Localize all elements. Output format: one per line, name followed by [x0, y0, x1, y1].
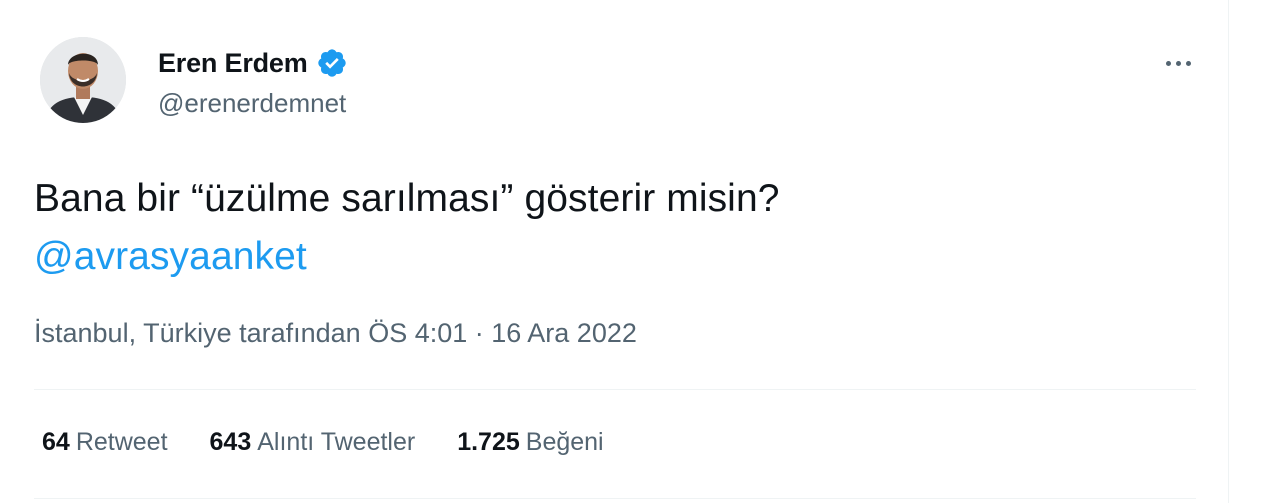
verified-badge-icon: [316, 47, 348, 79]
user-handle[interactable]: @erenerdemnet: [158, 88, 348, 119]
quotes-stat[interactable]: 643 Alıntı Tweetler: [210, 428, 416, 457]
avatar[interactable]: [40, 37, 126, 123]
tweet-stats: 64 Retweet 643 Alıntı Tweetler 1.725 Beğeni: [42, 428, 604, 457]
like-label: Beğeni: [525, 428, 604, 456]
name-row: Eren Erdem: [158, 44, 348, 82]
divider: [34, 498, 1196, 499]
retweet-label: Retweet: [75, 428, 168, 456]
display-name[interactable]: Eren Erdem: [158, 48, 308, 79]
quote-label: Alıntı Tweetler: [257, 428, 416, 456]
like-count: 1.725: [457, 428, 520, 456]
retweets-stat[interactable]: 64 Retweet: [42, 428, 168, 457]
quote-count: 643: [209, 428, 252, 456]
author-info: Eren Erdem @erenerdemnet: [158, 44, 348, 119]
tweet-text: Bana bir “üzülme sarılması” gösterir mis…: [34, 170, 780, 286]
column-border: [1228, 0, 1229, 503]
tweet-detail: Eren Erdem @erenerdemnet Bana bir “üzülm…: [0, 0, 1280, 503]
profile-photo: [40, 37, 126, 123]
tweet-body: Bana bir “üzülme sarılması” gösterir mis…: [34, 177, 780, 220]
retweet-count: 64: [42, 428, 70, 456]
divider: [34, 389, 1196, 390]
tweet-timestamp[interactable]: İstanbul, Türkiye tarafından ÖS 4:01 · 1…: [34, 318, 637, 349]
mention-link[interactable]: @avrasyaanket: [34, 228, 780, 286]
more-options-icon[interactable]: [1158, 50, 1198, 76]
likes-stat[interactable]: 1.725 Beğeni: [457, 428, 603, 457]
